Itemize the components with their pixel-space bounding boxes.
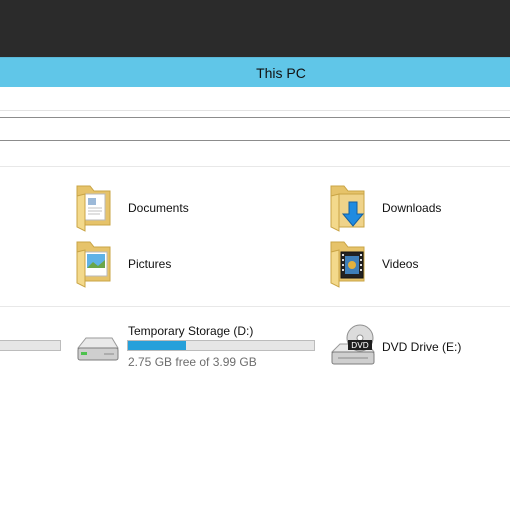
folder-item-videos[interactable] [328,238,370,288]
dvd-drive-icon: DVD [330,324,375,365]
downloads-folder-icon [330,185,365,232]
drive-name-dvd: DVD Drive (E:) [382,340,462,354]
temporary-storage-usage-bar [127,340,315,351]
videos-folder-icon [330,241,365,288]
folder-item-pictures[interactable] [74,238,114,288]
drive-name-temporary-storage: Temporary Storage (D:) [128,324,254,338]
folder-item-documents[interactable] [74,182,114,232]
address-bar-bottom-border [0,140,510,141]
folders-devices-divider [0,306,510,307]
drive-free-space-temporary-storage: 2.75 GB free of 3.99 GB [128,355,257,369]
dvd-badge: DVD [351,341,369,350]
folder-label-documents: Documents [128,201,189,215]
address-bar-top-border [0,117,510,118]
ribbon-divider [0,110,510,111]
folder-label-downloads: Downloads [382,201,442,215]
temporary-storage-usage-fill [128,341,186,350]
documents-folder-icon [76,185,111,232]
hard-drive-icon [76,337,119,361]
window-title: This PC [256,64,306,81]
window-top-chrome [0,0,510,57]
folder-label-pictures: Pictures [128,257,172,271]
drive-item-dvd[interactable]: DVD [328,322,378,372]
folder-item-downloads[interactable] [328,182,370,232]
drive-item-temporary-storage[interactable] [74,330,120,368]
content-header-divider [0,166,510,167]
partial-drive-usage-bar [0,340,61,351]
window-title-bar[interactable]: This PC [0,57,510,87]
pictures-folder-icon [76,241,111,288]
folder-label-videos: Videos [382,257,419,271]
